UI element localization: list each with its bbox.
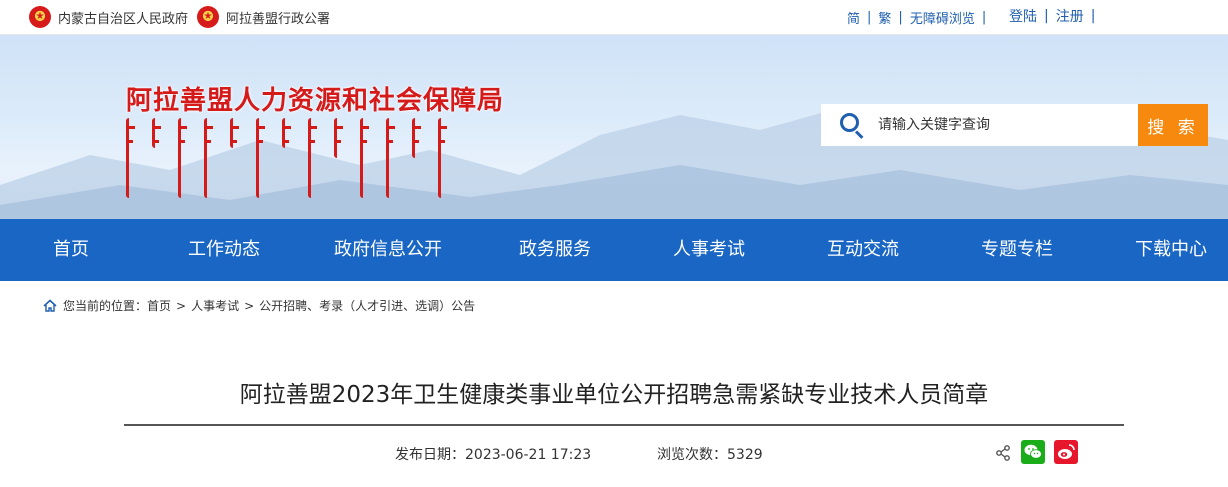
gov-link-alashan[interactable]: 阿拉善盟行政公署 xyxy=(197,5,330,29)
breadcrumb: 您当前的位置： 首页 > 人事考试 > 公开招聘、考录（人才引进、选调）公告 xyxy=(43,297,475,314)
site-title: 阿拉善盟人力资源和社会保障局 xyxy=(126,86,505,116)
nav-item-special-topics[interactable]: 专题专栏 xyxy=(981,219,1053,281)
breadcrumb-recruitment-notices[interactable]: 公开招聘、考录（人才引进、选调）公告 xyxy=(259,297,475,314)
breadcrumb-personnel-exam[interactable]: 人事考试 xyxy=(191,297,239,314)
simplified-chinese-link[interactable]: 简 xyxy=(847,8,860,27)
language-accessibility-links: 简 | 繁 | 无障碍浏览 | xyxy=(847,8,993,27)
wechat-icon[interactable] xyxy=(1021,440,1045,464)
national-emblem-icon xyxy=(29,6,51,28)
gov-link-label: 阿拉善盟行政公署 xyxy=(226,11,331,27)
mongolian-script-logo xyxy=(126,118,450,198)
weibo-icon[interactable] xyxy=(1054,440,1078,464)
separator: | xyxy=(981,10,987,25)
title-divider xyxy=(124,424,1124,426)
view-count-label: 浏览次数： xyxy=(657,447,727,463)
auth-links: 登陆 | 注册 | xyxy=(1009,6,1102,26)
nav-item-gov-info[interactable]: 政府信息公开 xyxy=(334,219,442,281)
national-emblem-icon xyxy=(197,6,219,28)
nav-item-interaction[interactable]: 互动交流 xyxy=(827,219,899,281)
header-banner: 阿拉善盟人力资源和社会保障局 搜 索 xyxy=(0,35,1228,219)
share-icon[interactable] xyxy=(995,445,1011,461)
search-button[interactable]: 搜 索 xyxy=(1138,104,1208,146)
search-box xyxy=(821,104,1139,146)
gov-link-inner-mongolia[interactable]: 内蒙古自治区人民政府 xyxy=(29,5,188,29)
separator: | xyxy=(1044,8,1049,24)
top-utility-bar: 内蒙古自治区人民政府 阿拉善盟行政公署 简 | 繁 | 无障碍浏览 | 登陆 |… xyxy=(0,0,1228,35)
publish-date-label: 发布日期： xyxy=(395,447,465,463)
article-title: 阿拉善盟2023年卫生健康类事业单位公开招聘急需紧缺专业技术人员简章 xyxy=(239,382,989,408)
breadcrumb-separator: > xyxy=(244,298,255,313)
home-icon xyxy=(43,299,57,312)
publish-date-value: 2023-06-21 17:23 xyxy=(465,447,592,463)
nav-item-downloads[interactable]: 下载中心 xyxy=(1135,219,1207,281)
separator: | xyxy=(867,10,872,25)
view-count-value: 5329 xyxy=(727,447,763,463)
gov-link-label: 内蒙古自治区人民政府 xyxy=(58,11,189,27)
search-icon xyxy=(838,111,866,139)
nav-item-personnel-exam[interactable]: 人事考试 xyxy=(673,219,745,281)
nav-item-gov-service[interactable]: 政务服务 xyxy=(519,219,591,281)
separator: | xyxy=(898,10,903,25)
publish-date: 发布日期：2023-06-21 17:23 xyxy=(395,444,591,464)
accessible-browse-link[interactable]: 无障碍浏览 xyxy=(910,8,975,27)
login-link[interactable]: 登陆 xyxy=(1009,6,1037,26)
view-count: 浏览次数：5329 xyxy=(657,444,763,464)
breadcrumb-home[interactable]: 首页 xyxy=(147,297,171,314)
traditional-chinese-link[interactable]: 繁 xyxy=(878,8,891,27)
main-nav: 首页 工作动态 政府信息公开 政务服务 人事考试 互动交流 专题专栏 下载中心 xyxy=(0,219,1228,281)
breadcrumb-prefix: 您当前的位置： xyxy=(63,299,148,313)
breadcrumb-separator: > xyxy=(176,298,187,313)
nav-item-work-news[interactable]: 工作动态 xyxy=(188,219,260,281)
register-link[interactable]: 注册 xyxy=(1056,6,1084,26)
nav-item-home[interactable]: 首页 xyxy=(53,219,89,281)
search-input[interactable] xyxy=(878,117,1118,133)
separator: | xyxy=(1090,8,1096,24)
